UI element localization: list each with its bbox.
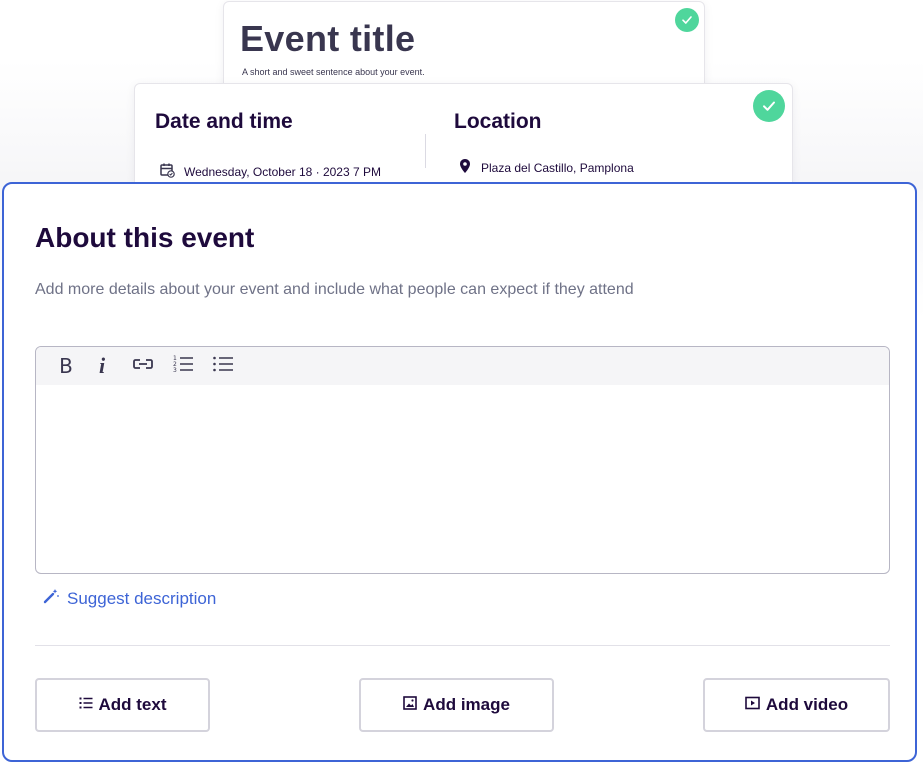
video-icon — [745, 695, 766, 715]
image-icon — [403, 695, 423, 715]
bold-button[interactable]: B — [52, 353, 80, 379]
editor-text-area[interactable] — [36, 385, 889, 573]
about-event-panel: About this event Add more details about … — [2, 182, 917, 762]
ordered-list-icon: 123 — [172, 354, 194, 379]
date-info: Wednesday, October 18 · 2023 7 PM — [159, 162, 381, 181]
suggest-description-label: Suggest description — [67, 588, 217, 608]
location-heading: Location — [454, 110, 542, 133]
ordered-list-button[interactable]: 123 — [169, 353, 197, 379]
divider — [425, 134, 426, 168]
text-list-icon — [79, 695, 99, 715]
link-button[interactable] — [129, 353, 157, 379]
date-time-heading: Date and time — [155, 110, 293, 133]
link-icon — [132, 356, 154, 377]
magic-wand-icon — [42, 587, 67, 610]
bullet-list-icon — [212, 354, 234, 379]
add-video-button[interactable]: Add video — [703, 678, 890, 732]
divider — [35, 645, 890, 646]
bullet-list-button[interactable] — [209, 353, 237, 379]
add-text-label: Add text — [98, 695, 167, 714]
calendar-icon — [159, 162, 184, 181]
check-icon — [675, 8, 699, 32]
rich-text-editor[interactable]: B i 123 — [35, 346, 890, 574]
svg-text:3: 3 — [173, 367, 177, 374]
about-description: Add more details about your event and in… — [35, 281, 634, 298]
editor-toolbar: B i 123 — [36, 347, 889, 385]
location-pin-icon — [458, 158, 481, 177]
add-video-label: Add video — [765, 695, 849, 714]
add-text-button[interactable]: Add text — [35, 678, 210, 732]
suggest-description-link[interactable]: Suggest description — [42, 587, 216, 610]
add-image-button[interactable]: Add image — [359, 678, 554, 732]
date-value: Wednesday, October 18 · 2023 7 PM — [184, 164, 381, 179]
event-tagline: A short and sweet sentence about your ev… — [242, 67, 425, 77]
about-title: About this event — [35, 222, 255, 253]
location-info: Plaza del Castillo, Pamplona — [458, 158, 634, 177]
check-icon — [753, 90, 785, 122]
event-title: Event title — [240, 18, 416, 59]
add-image-label: Add image — [423, 695, 510, 714]
italic-button[interactable]: i — [88, 353, 116, 379]
location-value: Plaza del Castillo, Pamplona — [481, 160, 634, 175]
